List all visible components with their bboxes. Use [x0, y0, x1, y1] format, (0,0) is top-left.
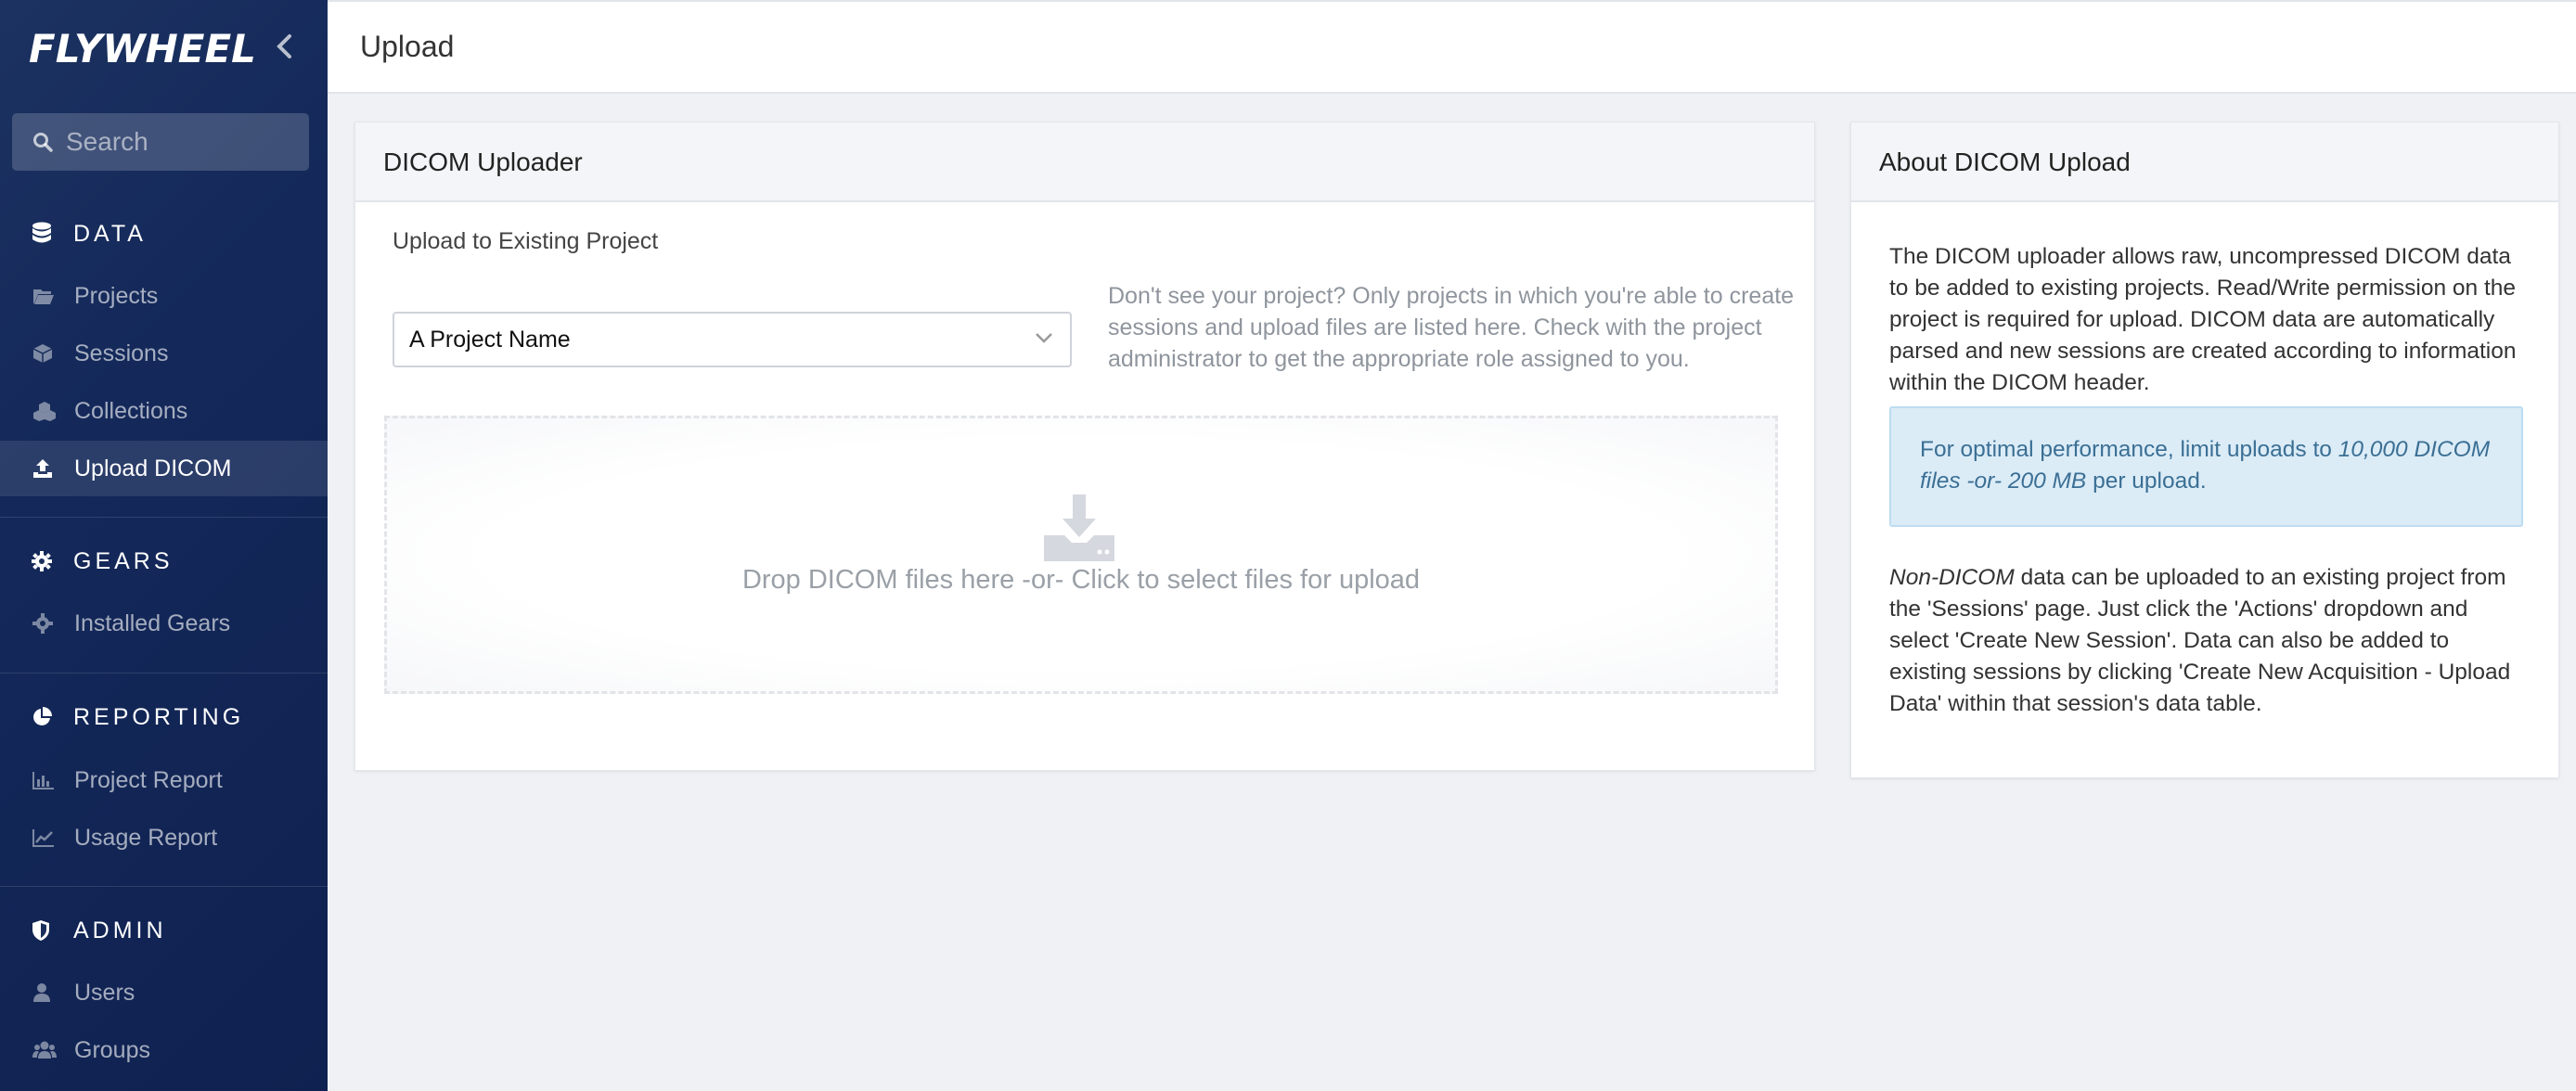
shield-icon — [32, 919, 50, 942]
about-dicom-panel: About DICOM Upload The DICOM uploader al… — [1850, 122, 2559, 778]
dicom-dropzone[interactable]: Drop DICOM files here -or- Click to sele… — [384, 416, 1778, 694]
sidebar-item-label: Groups — [74, 1037, 150, 1064]
gear-icon — [32, 613, 53, 634]
sidebar-item-projects[interactable]: Projects — [0, 268, 328, 324]
project-select-value: A Project Name — [409, 327, 571, 353]
gear-icon — [32, 551, 52, 571]
section-data: DATA — [0, 206, 328, 262]
collapse-sidebar-button[interactable] — [265, 28, 303, 65]
project-select[interactable]: A Project Name — [393, 312, 1072, 367]
sidebar-item-label: Users — [74, 980, 135, 1007]
chevron-left-icon — [276, 33, 292, 59]
panel-header: About DICOM Upload — [1851, 122, 2558, 202]
sidebar-item-label: Usage Report — [74, 825, 217, 852]
about-intro-text: The DICOM uploader allows raw, uncompres… — [1889, 241, 2530, 399]
section-admin: ADMIN — [0, 903, 328, 958]
sidebar-item-upload-dicom[interactable]: Upload DICOM — [0, 441, 328, 496]
sidebar-item-usage-report[interactable]: Usage Report — [0, 810, 328, 866]
sidebar-item-groups[interactable]: Groups — [0, 1022, 328, 1078]
cube-icon — [32, 343, 53, 364]
flywheel-logo[interactable]: FLYWHEEL — [29, 26, 256, 71]
sidebar-item-label: Installed Gears — [74, 610, 230, 637]
dropzone-text: Drop DICOM files here -or- Click to sele… — [387, 565, 1775, 596]
sidebar-item-label: Project Report — [74, 767, 223, 794]
section-reporting-title: REPORTING — [73, 704, 244, 731]
performance-note: For optimal performance, limit uploads t… — [1889, 406, 2523, 527]
pie-chart-icon — [32, 707, 52, 727]
sidebar-divider — [0, 517, 328, 518]
sidebar-item-label: Upload DICOM — [74, 456, 232, 482]
user-icon — [32, 982, 51, 1003]
section-gears: GEARS — [0, 533, 328, 589]
sidebar: FLYWHEEL DATA Project — [0, 0, 328, 1091]
performance-note-text: For optimal performance, limit uploads t… — [1920, 434, 2505, 497]
sidebar-item-users[interactable]: Users — [0, 965, 328, 1020]
page-title: Upload — [360, 30, 454, 64]
database-icon — [32, 222, 52, 246]
uploader-title: DICOM Uploader — [383, 148, 583, 177]
sidebar-item-sessions[interactable]: Sessions — [0, 326, 328, 381]
sidebar-item-label: Sessions — [74, 340, 168, 367]
non-dicom-term: Non-DICOM — [1889, 565, 2015, 590]
section-admin-title: ADMIN — [73, 918, 167, 944]
section-reporting: REPORTING — [0, 689, 328, 745]
dicom-uploader-panel: DICOM Uploader Upload to Existing Projec… — [354, 122, 1815, 771]
search-icon — [32, 132, 53, 152]
download-icon — [1042, 494, 1116, 561]
section-data-title: DATA — [73, 221, 147, 248]
upload-icon — [32, 458, 53, 479]
users-icon — [32, 1040, 57, 1060]
line-chart-icon — [32, 828, 55, 847]
sidebar-item-label: Projects — [74, 283, 158, 310]
bar-chart-icon — [32, 771, 55, 789]
search-box[interactable] — [12, 113, 309, 171]
sidebar-item-collections[interactable]: Collections — [0, 383, 328, 439]
chevron-down-icon — [1035, 332, 1053, 343]
panel-header: DICOM Uploader — [355, 122, 1814, 202]
non-dicom-text: Non-DICOM data can be uploaded to an exi… — [1889, 562, 2530, 720]
section-gears-title: GEARS — [73, 548, 174, 575]
sidebar-divider — [0, 673, 328, 674]
about-title: About DICOM Upload — [1879, 148, 2131, 177]
project-help-text: Don't see your project? Only projects in… — [1108, 280, 1795, 375]
sidebar-item-project-report[interactable]: Project Report — [0, 752, 328, 808]
sidebar-item-installed-gears[interactable]: Installed Gears — [0, 596, 328, 651]
cubes-icon — [32, 401, 57, 421]
project-field-label: Upload to Existing Project — [393, 228, 658, 255]
logo-row: FLYWHEEL — [0, 0, 328, 96]
sidebar-item-label: Collections — [74, 398, 187, 425]
search-input[interactable] — [66, 127, 289, 157]
folder-open-icon — [32, 287, 55, 305]
sidebar-divider — [0, 886, 328, 887]
page-header: Upload — [328, 0, 2576, 94]
